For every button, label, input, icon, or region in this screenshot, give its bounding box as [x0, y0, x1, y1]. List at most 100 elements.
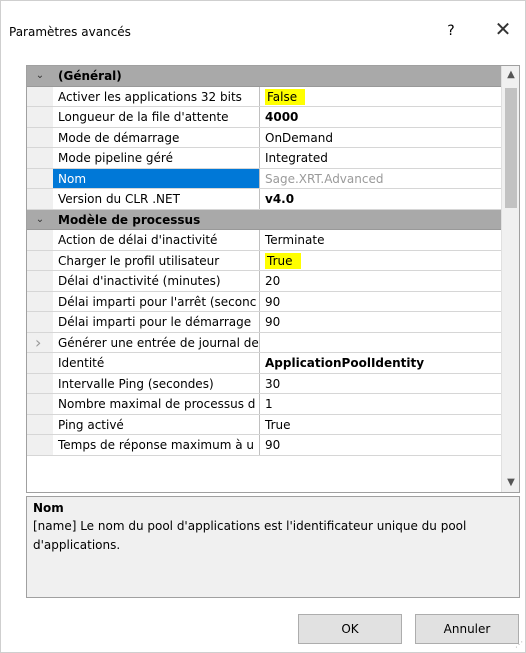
property-row[interactable]: Délai imparti pour le démarrage 90	[27, 312, 502, 333]
row-gutter	[27, 394, 53, 414]
help-button[interactable]: ?	[439, 19, 463, 43]
property-name[interactable]: Mode de démarrage	[53, 127, 260, 147]
property-row[interactable]: Action de délai d'inactivité Terminate	[27, 230, 502, 251]
property-value[interactable]: Integrated	[261, 148, 502, 168]
property-value[interactable]: 30	[261, 374, 502, 394]
property-row[interactable]: Générer une entrée de journal de	[27, 332, 502, 353]
scroll-up-icon[interactable]: ▲	[502, 66, 519, 84]
category-header[interactable]: ⌄ Modèle de processus	[27, 209, 502, 230]
row-gutter	[27, 86, 53, 106]
collapse-chevron-icon[interactable]: ⌄	[33, 210, 47, 230]
row-gutter	[27, 312, 53, 332]
property-name[interactable]: Version du CLR .NET	[53, 189, 260, 209]
property-value-text: OnDemand	[265, 130, 333, 145]
cancel-button[interactable]: Annuler	[415, 614, 519, 644]
property-value-text: 90	[265, 315, 281, 329]
row-gutter	[27, 435, 53, 455]
property-value[interactable]: 90	[261, 435, 502, 455]
property-value[interactable]	[261, 333, 502, 353]
property-name[interactable]: Action de délai d'inactivité	[53, 230, 260, 250]
row-gutter	[27, 291, 53, 311]
property-value[interactable]: v4.0	[261, 189, 502, 209]
expand-arrow-icon[interactable]	[27, 332, 53, 352]
property-value[interactable]: OnDemand	[261, 128, 502, 148]
property-value[interactable]: 1	[261, 394, 502, 414]
row-gutter	[27, 353, 53, 373]
collapse-chevron-icon[interactable]: ⌄	[33, 66, 47, 86]
property-row[interactable]: Temps de réponse maximum à u 90	[27, 435, 502, 456]
property-name[interactable]: Délai d'inactivité (minutes)	[53, 271, 260, 291]
property-value[interactable]: 90	[261, 312, 502, 332]
vertical-scrollbar[interactable]: ▲ ▼	[501, 66, 519, 492]
property-grid[interactable]: ⌄ (Général) Activer les applications 32 bi…	[26, 65, 520, 493]
property-row[interactable]: Charger le profil utilisateur True	[27, 250, 502, 271]
property-value[interactable]: True	[261, 251, 502, 271]
property-value[interactable]: Terminate	[261, 230, 502, 250]
property-value[interactable]: 90	[261, 292, 502, 312]
row-gutter	[27, 230, 53, 250]
property-row[interactable]: Mode de démarrage OnDemand	[27, 127, 502, 148]
property-name[interactable]: Temps de réponse maximum à u	[53, 435, 260, 455]
property-row[interactable]: Version du CLR .NET v4.0	[27, 189, 502, 210]
description-panel: Nom [name] Le nom du pool d'applications…	[26, 496, 520, 598]
property-value[interactable]: True	[261, 415, 502, 435]
close-button[interactable]: ✕	[491, 17, 515, 41]
property-value[interactable]: ApplicationPoolIdentity	[261, 353, 502, 373]
resize-grip-icon[interactable]: ⋰	[513, 640, 523, 650]
property-name[interactable]: Charger le profil utilisateur	[53, 250, 260, 270]
property-row[interactable]: Nombre maximal de processus d 1	[27, 394, 502, 415]
property-name[interactable]: Activer les applications 32 bits	[53, 86, 260, 106]
property-value-text: 1	[265, 397, 273, 411]
property-rows: ⌄ (Général) Activer les applications 32 bi…	[27, 66, 502, 456]
scroll-down-icon[interactable]: ▼	[502, 474, 519, 492]
property-row[interactable]: Activer les applications 32 bits False	[27, 86, 502, 107]
property-row[interactable]: Longueur de la file d'attente 4000	[27, 107, 502, 128]
row-gutter	[27, 250, 53, 270]
property-value-text: True	[265, 252, 301, 269]
property-name[interactable]: Ping activé	[53, 414, 260, 434]
property-name[interactable]: Délai imparti pour le démarrage	[53, 312, 260, 332]
property-row[interactable]: Mode pipeline géré Integrated	[27, 148, 502, 169]
property-value-text: 20	[265, 274, 281, 288]
row-gutter	[27, 373, 53, 393]
property-name[interactable]: Délai imparti pour l'arrêt (seconc	[53, 291, 260, 311]
row-gutter	[27, 189, 53, 209]
property-value-text: Integrated	[265, 151, 328, 165]
property-value[interactable]: False	[261, 87, 502, 107]
property-name[interactable]: Longueur de la file d'attente	[53, 107, 260, 127]
property-value-text: ApplicationPoolIdentity	[265, 356, 425, 370]
row-gutter	[27, 148, 53, 168]
property-value[interactable]: 4000	[261, 107, 502, 127]
property-name[interactable]: Nombre maximal de processus d	[53, 394, 260, 414]
property-name[interactable]: Générer une entrée de journal de	[53, 332, 260, 352]
property-value[interactable]: 20	[261, 271, 502, 291]
property-row[interactable]: Délai d'inactivité (minutes) 20	[27, 271, 502, 292]
property-value-text: False	[265, 88, 306, 105]
category-label: Modèle de processus	[58, 212, 201, 227]
property-value-text: Sage.XRT.Advanced	[265, 171, 384, 186]
property-value-text: 90	[265, 294, 281, 309]
advanced-settings-dialog: Paramètres avancés ? ✕ ⌄ (Général) Activer…	[0, 0, 526, 653]
description-title: Nom	[33, 501, 64, 515]
property-name[interactable]: Nom	[53, 168, 260, 188]
window-title: Paramètres avancés	[9, 25, 131, 39]
property-row[interactable]: Nom Sage.XRT.Advanced	[27, 168, 502, 189]
category-header[interactable]: ⌄ (Général)	[27, 66, 502, 87]
row-gutter	[27, 107, 53, 127]
property-value-text: 30	[265, 376, 281, 391]
property-value-text: 4000	[265, 110, 299, 124]
property-row[interactable]: Ping activé True	[27, 414, 502, 435]
property-value[interactable]: Sage.XRT.Advanced	[261, 169, 502, 189]
property-value-text: Terminate	[265, 233, 325, 247]
ok-button[interactable]: OK	[298, 614, 402, 644]
property-value-text: True	[265, 417, 291, 432]
property-name[interactable]: Mode pipeline géré	[53, 148, 260, 168]
property-row[interactable]: Intervalle Ping (secondes) 30	[27, 373, 502, 394]
property-name[interactable]: Identité	[53, 353, 260, 373]
property-row[interactable]: Délai imparti pour l'arrêt (seconc 90	[27, 291, 502, 312]
property-name[interactable]: Intervalle Ping (secondes)	[53, 373, 260, 393]
row-gutter	[27, 414, 53, 434]
scroll-thumb[interactable]	[505, 88, 517, 208]
property-row[interactable]: Identité ApplicationPoolIdentity	[27, 353, 502, 374]
row-gutter	[27, 168, 53, 188]
